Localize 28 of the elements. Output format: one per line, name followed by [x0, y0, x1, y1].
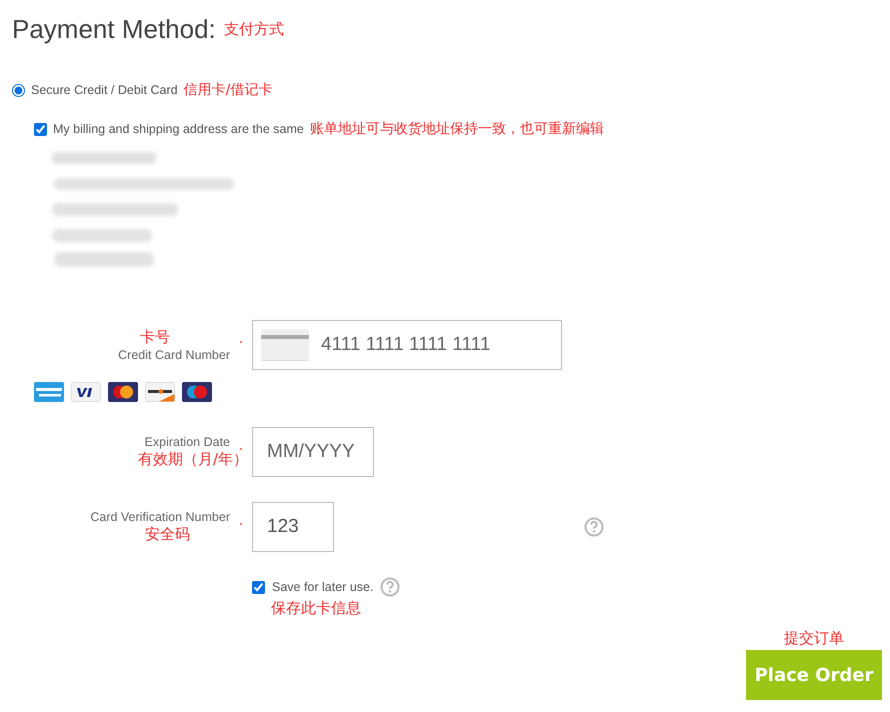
payment-radio[interactable]: [12, 84, 25, 96]
field-label: Card Verification Number: [90, 510, 230, 524]
field-label: Expiration Date: [144, 435, 230, 449]
input-field[interactable]: 123: [252, 502, 334, 552]
place-order-button[interactable]: Place Order: [746, 650, 882, 700]
payment-card-icon: [145, 382, 175, 402]
annotation: 保存此卡信息: [271, 599, 362, 618]
checkbox-label: Save for later use.: [272, 580, 374, 594]
annotation: 提交订单: [784, 629, 844, 648]
save-card-checkbox[interactable]: [252, 580, 265, 594]
annotation: 有效期（月/年）: [138, 450, 248, 469]
annotation: 账单地址可与收货地址保持一致，也可重新编辑: [310, 120, 604, 138]
payment-card-icon: [34, 382, 64, 402]
input-field[interactable]: 4111 1111 1111 1111: [252, 320, 562, 370]
credit-card-icon: [261, 329, 309, 361]
annotation: 信用卡/借记卡: [184, 81, 272, 99]
checkbox-label: My billing and shipping address are the same: [53, 122, 304, 136]
payment-card-icon: [108, 382, 138, 402]
same-address-checkbox[interactable]: [34, 122, 47, 136]
payment-card-icon: [71, 382, 101, 402]
annotation: 支付方式: [224, 20, 284, 39]
input-field[interactable]: MM/YYYY: [252, 427, 374, 477]
payment-card-icon: [182, 382, 212, 402]
page-title: Payment Method:: [12, 14, 216, 45]
annotation: 卡号: [140, 328, 170, 347]
option-label: Secure Credit / Debit Card: [31, 83, 178, 97]
annotation: 安全码: [145, 525, 190, 544]
field-label: Credit Card Number: [118, 348, 230, 362]
